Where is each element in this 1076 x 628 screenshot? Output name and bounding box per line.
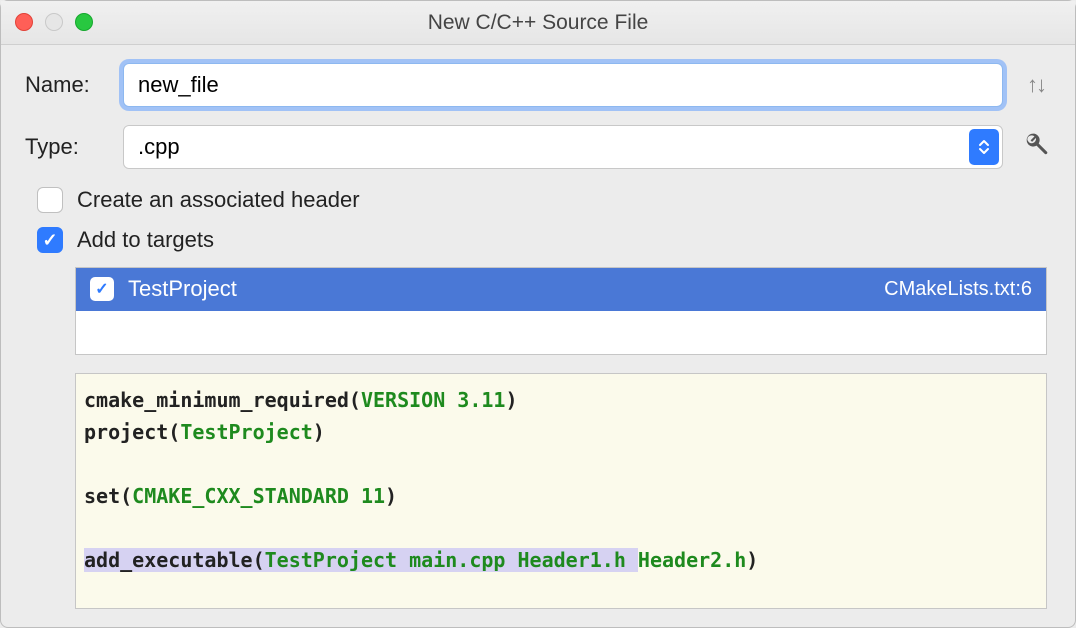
type-value: .cpp (138, 134, 180, 160)
target-name: TestProject (128, 276, 870, 302)
create-header-row[interactable]: Create an associated header (37, 187, 1051, 213)
minimize-window-button[interactable] (45, 13, 63, 31)
code-text: project( (84, 420, 180, 444)
code-keyword: VERSION 3.11 (361, 388, 506, 412)
code-text: ) (746, 548, 758, 572)
form-area: Name: ↑↓ Type: .cpp Create an associated… (1, 45, 1075, 609)
target-item[interactable]: ✓ TestProject CMakeLists.txt:6 (76, 268, 1046, 310)
type-row: Type: .cpp (25, 125, 1051, 169)
type-select[interactable]: .cpp (123, 125, 1003, 169)
code-keyword: TestProject main.cpp Header1.h (265, 548, 638, 572)
code-text: cmake_minimum_required( (84, 388, 361, 412)
close-window-button[interactable] (15, 13, 33, 31)
code-keyword: CMAKE_CXX_STANDARD 11 (132, 484, 385, 508)
window-controls (15, 13, 93, 31)
code-keyword: Header2.h (638, 548, 746, 572)
targets-list: ✓ TestProject CMakeLists.txt:6 (75, 267, 1047, 355)
create-header-checkbox[interactable] (37, 187, 63, 213)
code-text: ) (385, 484, 397, 508)
cmake-preview: cmake_minimum_required(VERSION 3.11) pro… (75, 373, 1047, 609)
code-text: add_executable( (84, 548, 265, 572)
target-empty-row (76, 310, 1046, 354)
sort-arrows-icon[interactable]: ↑↓ (1021, 72, 1051, 98)
code-keyword: TestProject (180, 420, 312, 444)
add-to-targets-row[interactable]: ✓ Add to targets (37, 227, 1051, 253)
name-input[interactable] (123, 63, 1003, 107)
code-text: ) (313, 420, 325, 444)
window-title: New C/C++ Source File (1, 11, 1075, 35)
settings-wrench-icon[interactable] (1021, 131, 1051, 164)
target-location: CMakeLists.txt:6 (884, 278, 1032, 301)
code-text: set( (84, 484, 132, 508)
type-label: Type: (25, 134, 105, 160)
add-to-targets-label: Add to targets (77, 227, 214, 253)
titlebar: New C/C++ Source File (1, 1, 1075, 45)
name-label: Name: (25, 72, 105, 98)
add-to-targets-checkbox[interactable]: ✓ (37, 227, 63, 253)
select-arrows-icon (969, 129, 999, 165)
zoom-window-button[interactable] (75, 13, 93, 31)
code-text: ) (505, 388, 517, 412)
target-checkbox[interactable]: ✓ (90, 277, 114, 301)
name-row: Name: ↑↓ (25, 63, 1051, 107)
create-header-label: Create an associated header (77, 187, 360, 213)
